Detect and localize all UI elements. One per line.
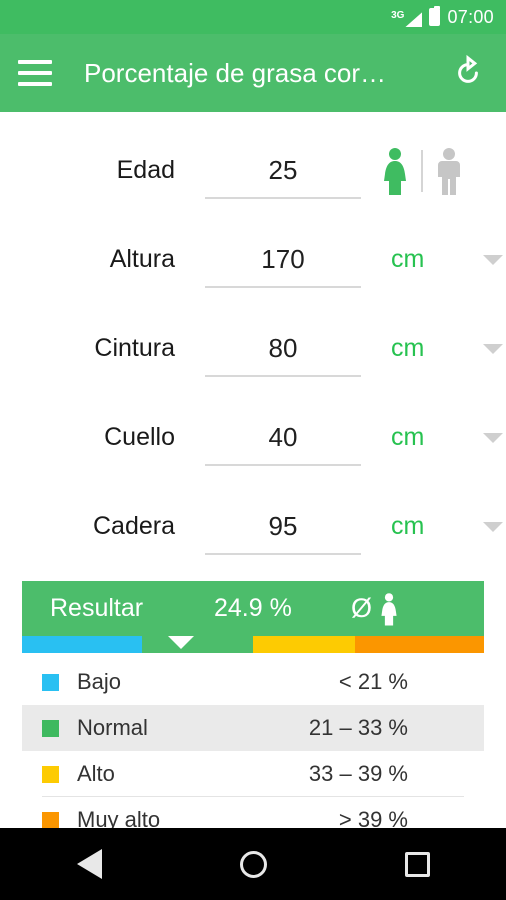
result-bar: Resultar 24.9 % Ø [22, 581, 484, 636]
form-row-altura: Altura 170 cm [0, 215, 506, 304]
male-figure-icon[interactable] [433, 147, 465, 195]
edad-input[interactable]: 25 [205, 143, 361, 199]
result-panel: Resultar 24.9 % Ø [0, 581, 506, 653]
field-label: Altura [109, 245, 175, 273]
legend-label: Bajo [77, 669, 122, 694]
field-value: 95 [268, 511, 298, 541]
scale-segment-alto [252, 636, 355, 653]
field-value: 25 [268, 155, 298, 185]
input-underline [205, 374, 361, 377]
scale-segment-normal [142, 636, 253, 653]
unit-label: cm [391, 245, 425, 273]
reset-refresh-icon[interactable] [448, 53, 488, 93]
field-label: Edad [116, 156, 175, 184]
status-time: 07:00 [447, 6, 494, 27]
legend-color-swatch [42, 673, 59, 691]
status-bar: 3G 07:00 [0, 0, 506, 34]
legend-color-swatch [42, 811, 59, 829]
unit-label: cm [391, 334, 425, 362]
legend-color-swatch [42, 719, 59, 737]
chevron-down-icon[interactable] [483, 432, 503, 443]
signal-bars-icon [405, 12, 423, 27]
input-underline [205, 552, 361, 555]
form-row-edad: Edad 25 [0, 126, 506, 215]
form-row-cintura: Cintura 80 cm [0, 304, 506, 393]
nav-recents-square-icon[interactable] [404, 851, 430, 877]
scale-segment-muy-alto [354, 636, 484, 653]
hamburger-menu-icon[interactable] [18, 60, 52, 86]
legend-list: Bajo < 21 % Normal 21 – 33 % Alto 33 – 3… [0, 659, 506, 843]
result-scale-bar [22, 636, 484, 653]
hamburger-line [18, 82, 52, 86]
app-screen: 3G 07:00 Porcentaje de grasa cor… Edad 2… [0, 0, 506, 900]
hamburger-line [18, 71, 52, 75]
result-icon-group: Ø [351, 592, 484, 626]
network-indicator: 3G [391, 7, 423, 27]
page-title: Porcentaje de grasa cor… [84, 57, 387, 88]
field-label: Cadera [93, 512, 175, 540]
nav-back-triangle-icon[interactable] [76, 849, 102, 879]
refresh-glyph [458, 55, 478, 83]
app-bar: Porcentaje de grasa cor… [0, 34, 506, 112]
cadera-input[interactable]: 95 [205, 499, 361, 555]
legend-range: < 21 % [338, 669, 408, 694]
nav-home-circle-icon[interactable] [239, 850, 267, 878]
gender-selector[interactable] [379, 143, 465, 199]
cuello-input[interactable]: 40 [205, 410, 361, 466]
female-figure-icon [381, 592, 397, 625]
chevron-down-icon[interactable] [483, 521, 503, 532]
cintura-input[interactable]: 80 [205, 321, 361, 377]
hamburger-line [18, 60, 52, 64]
scale-segment-bajo [22, 636, 143, 653]
legend-range: 21 – 33 % [308, 715, 408, 740]
legend-label: Normal [77, 715, 148, 740]
result-value: 24.9 % [214, 594, 292, 622]
field-value: 170 [261, 244, 305, 274]
legend-label: Alto [77, 761, 115, 786]
network-type-label: 3G [391, 10, 405, 21]
legend-row-alto[interactable]: Alto 33 – 39 % [22, 751, 484, 797]
legend-row-normal[interactable]: Normal 21 – 33 % [22, 705, 484, 751]
gender-divider [421, 149, 423, 192]
unit-label: cm [391, 512, 425, 540]
legend-color-swatch [42, 765, 59, 783]
result-label: Resultar [50, 594, 144, 622]
legend-range: 33 – 39 % [308, 761, 408, 786]
input-underline [205, 463, 361, 466]
result-marker-icon [168, 636, 195, 649]
field-value: 80 [268, 333, 298, 363]
diameter-average-icon: Ø [350, 593, 372, 623]
chevron-down-icon[interactable] [483, 343, 503, 354]
measurement-form: Edad 25 Altura 170 cm Cintura 80 cm Cuel… [0, 112, 506, 571]
form-row-cadera: Cadera 95 cm [0, 482, 506, 571]
field-label: Cuello [104, 423, 175, 451]
battery-full-icon [429, 6, 441, 26]
legend-row-bajo[interactable]: Bajo < 21 % [22, 659, 484, 705]
input-underline [205, 196, 361, 199]
form-row-cuello: Cuello 40 cm [0, 393, 506, 482]
altura-input[interactable]: 170 [205, 232, 361, 288]
input-underline [205, 285, 361, 288]
chevron-down-icon[interactable] [483, 254, 503, 265]
female-figure-icon[interactable] [379, 147, 411, 195]
unit-label: cm [391, 423, 425, 451]
field-value: 40 [268, 422, 298, 452]
field-label: Cintura [94, 334, 175, 362]
android-nav-bar [0, 828, 506, 900]
